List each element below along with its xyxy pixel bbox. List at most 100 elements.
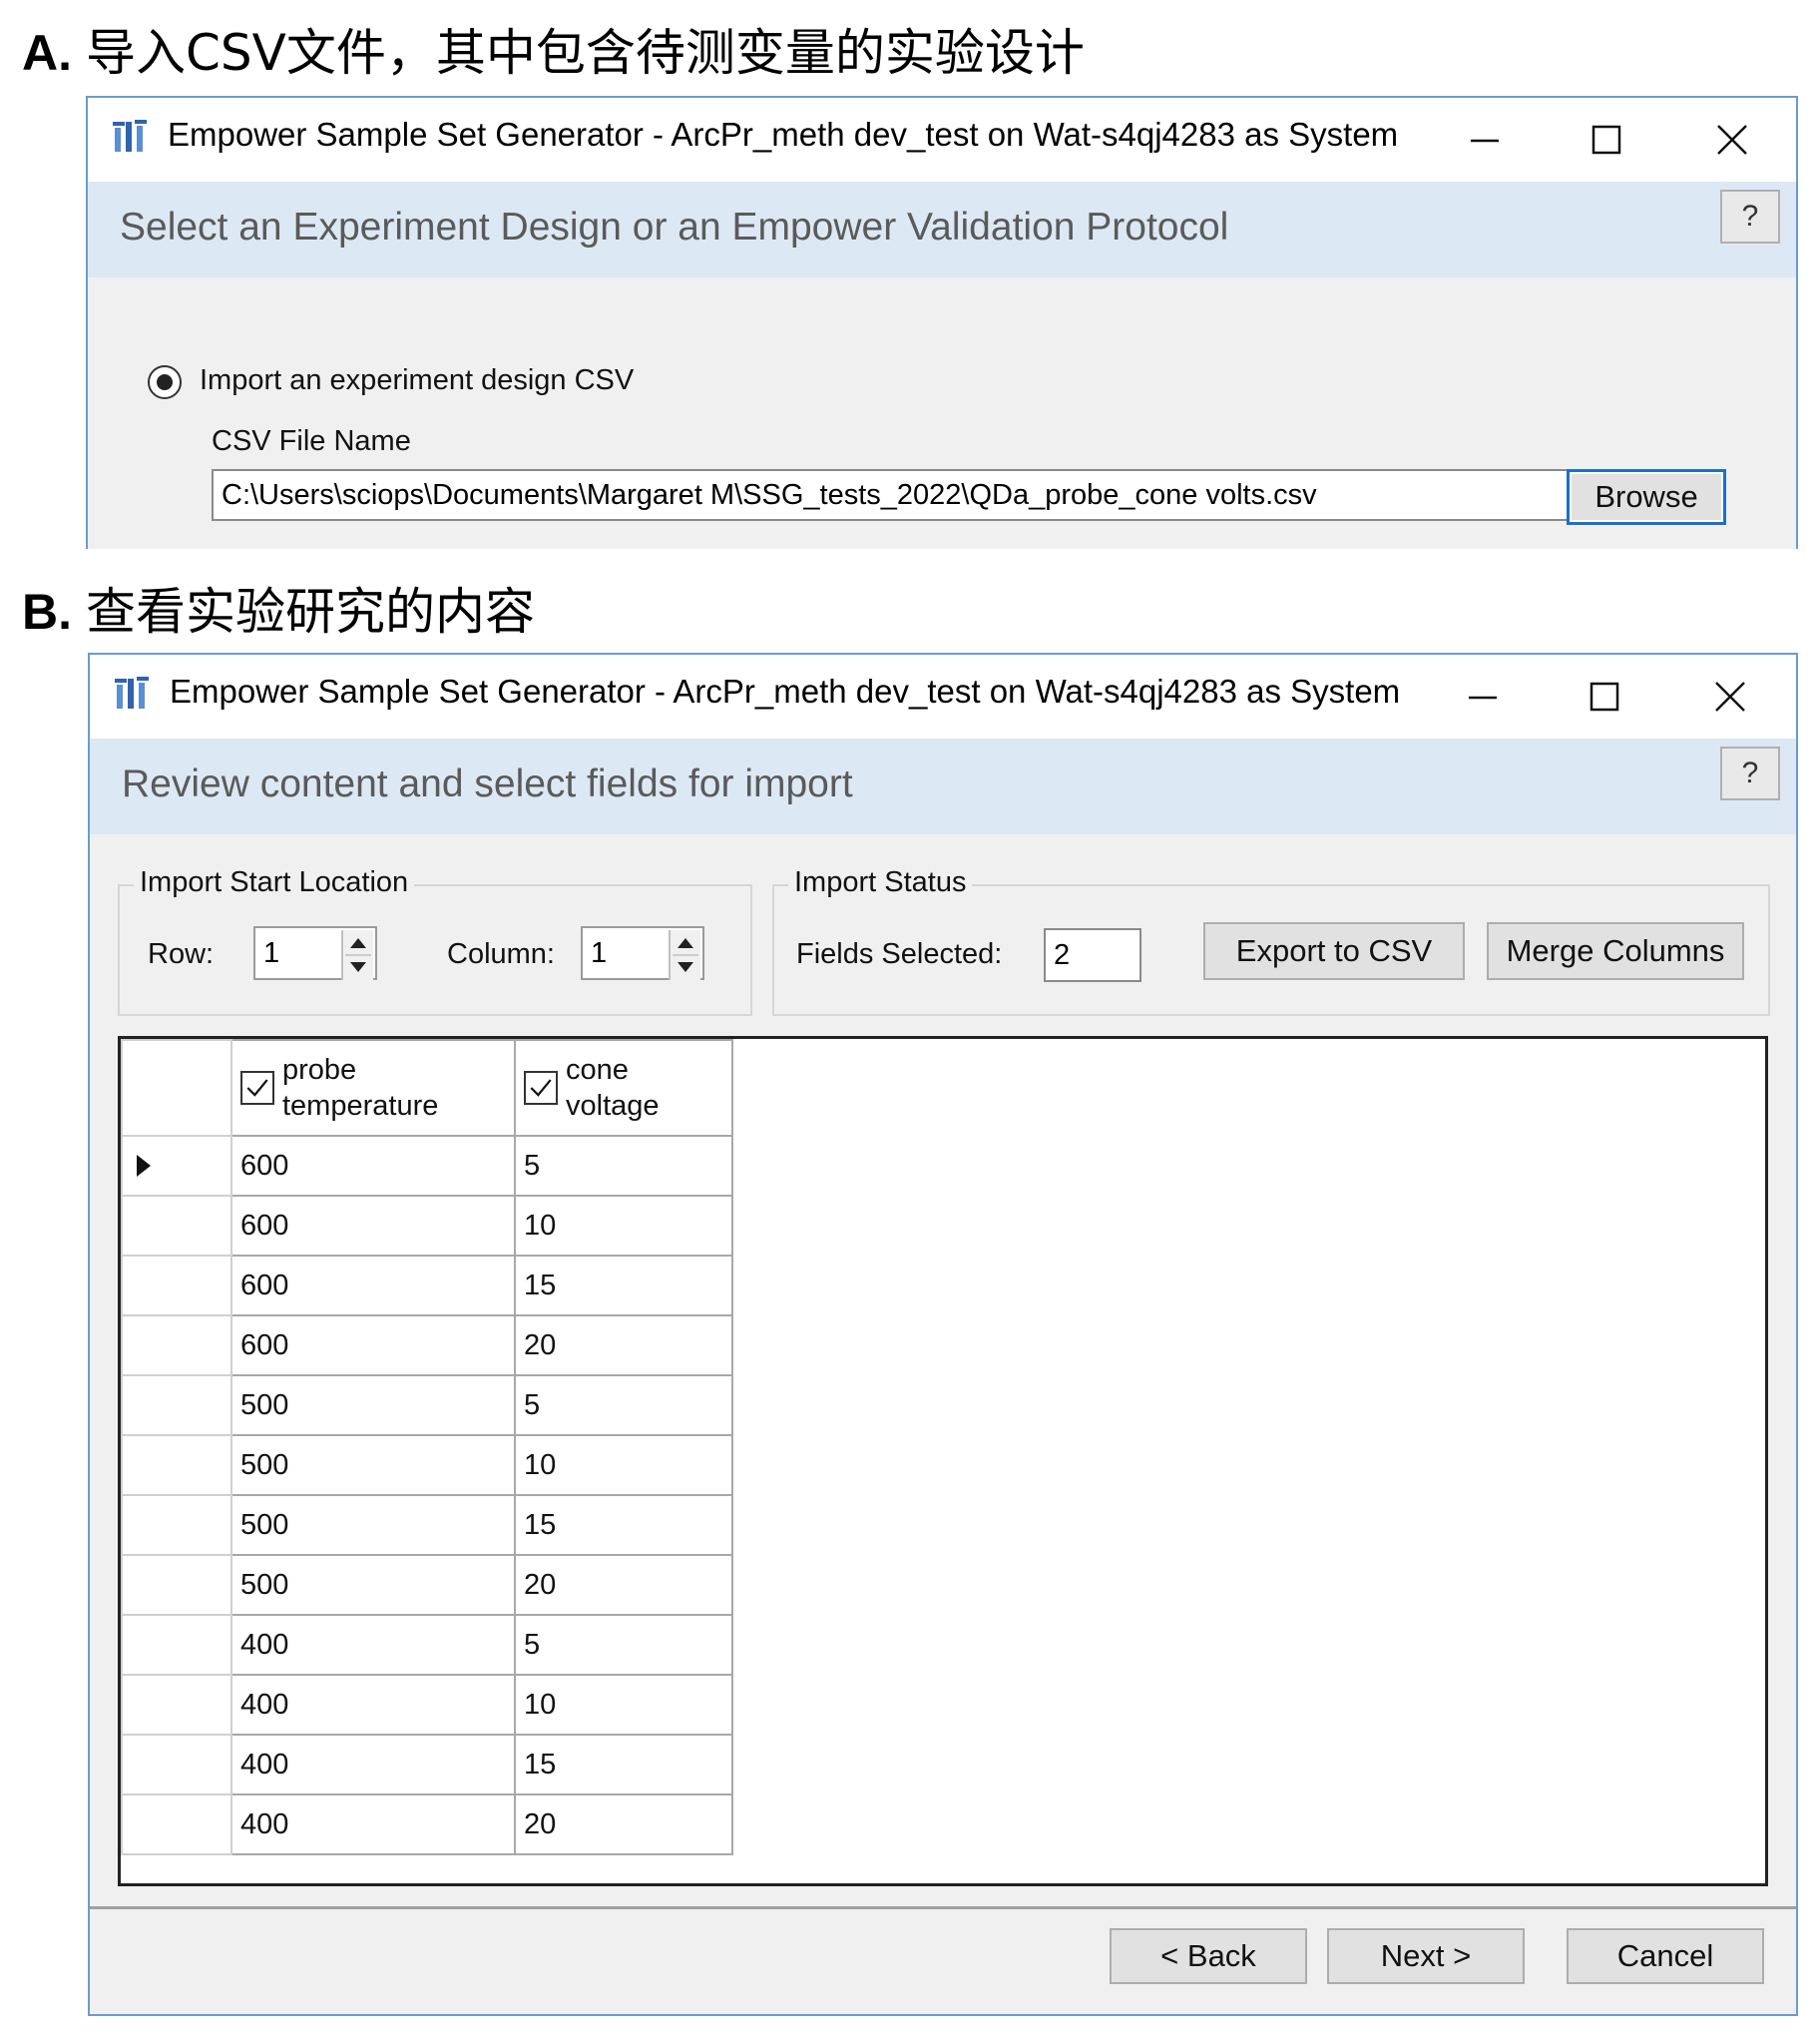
cell-probe-temperature[interactable]: 600: [230, 1195, 516, 1257]
close-icon[interactable]: [1700, 667, 1760, 727]
help-button[interactable]: ?: [1720, 190, 1780, 244]
checkbox-checked-icon[interactable]: [240, 1071, 274, 1105]
window-b-header-title: Review content and select fields for imp…: [122, 763, 853, 805]
window-b-titlebar[interactable]: Empower Sample Set Generator - ArcPr_met…: [90, 655, 1796, 739]
cell-cone-voltage[interactable]: 15: [514, 1494, 733, 1556]
cell-cone-voltage[interactable]: 5: [514, 1374, 733, 1436]
bottom-separator: [90, 1906, 1796, 1909]
fields-selected-value: 2: [1044, 928, 1141, 982]
column-value[interactable]: 1: [591, 928, 607, 978]
table-row[interactable]: 500 15: [121, 1494, 733, 1556]
table-row[interactable]: 500 10: [121, 1434, 733, 1496]
close-icon[interactable]: [1702, 110, 1762, 170]
browse-button[interactable]: Browse: [1567, 469, 1726, 525]
minimize-icon[interactable]: [1453, 667, 1513, 727]
table-row[interactable]: 400 10: [121, 1674, 733, 1736]
table-row[interactable]: 400 20: [121, 1793, 733, 1855]
row-header[interactable]: [121, 1614, 232, 1676]
merge-columns-button[interactable]: Merge Columns: [1487, 922, 1744, 980]
row-header[interactable]: [121, 1195, 232, 1257]
window-a: Empower Sample Set Generator - ArcPr_met…: [86, 96, 1798, 549]
import-csv-radio[interactable]: [148, 365, 182, 399]
row-header[interactable]: [121, 1255, 232, 1316]
cell-cone-voltage[interactable]: 20: [514, 1793, 733, 1855]
row-header[interactable]: [121, 1793, 232, 1855]
window-a-titlebar[interactable]: Empower Sample Set Generator - ArcPr_met…: [88, 98, 1796, 182]
cell-cone-voltage[interactable]: 15: [514, 1734, 733, 1795]
column-header-line2: voltage: [566, 1090, 660, 1122]
column-spinner[interactable]: 1: [581, 926, 704, 980]
help-button[interactable]: ?: [1720, 747, 1780, 800]
cell-probe-temperature[interactable]: 500: [230, 1374, 516, 1436]
table-row[interactable]: 600 20: [121, 1314, 733, 1376]
cell-probe-temperature[interactable]: 600: [230, 1135, 516, 1197]
spin-arrows-icon[interactable]: [341, 930, 373, 980]
table-row[interactable]: 500 5: [121, 1374, 733, 1436]
cell-probe-temperature[interactable]: 500: [230, 1554, 516, 1616]
panel-a-caption-text: 导入CSV文件，其中包含待测变量的实验设计: [86, 24, 1085, 82]
panel-a-caption: A. 导入CSV文件，其中包含待测变量的实验设计: [22, 28, 1085, 78]
cell-probe-temperature[interactable]: 400: [230, 1734, 516, 1795]
cell-probe-temperature[interactable]: 400: [230, 1674, 516, 1736]
fields-selected-label: Fields Selected:: [796, 938, 1003, 970]
import-csv-radio-label[interactable]: Import an experiment design CSV: [200, 364, 634, 397]
radio-dot: [157, 374, 173, 390]
table-row[interactable]: 400 15: [121, 1734, 733, 1795]
row-spinner[interactable]: 1: [253, 926, 377, 980]
table-row[interactable]: 600 10: [121, 1195, 733, 1257]
table-row[interactable]: 400 5: [121, 1614, 733, 1676]
minimize-icon[interactable]: [1455, 110, 1515, 170]
panel-a-letter: A.: [22, 25, 72, 81]
cell-cone-voltage[interactable]: 10: [514, 1674, 733, 1736]
cell-cone-voltage[interactable]: 10: [514, 1434, 733, 1496]
spin-arrows-icon[interactable]: [669, 930, 700, 980]
row-header[interactable]: [121, 1554, 232, 1616]
row-header[interactable]: [121, 1494, 232, 1556]
maximize-icon[interactable]: [1575, 667, 1634, 727]
cell-cone-voltage[interactable]: 10: [514, 1195, 733, 1257]
cell-cone-voltage[interactable]: 5: [514, 1614, 733, 1676]
current-row-arrow-icon: [137, 1155, 151, 1177]
table-row[interactable]: 500 20: [121, 1554, 733, 1616]
row-header[interactable]: [121, 1434, 232, 1496]
cell-probe-temperature[interactable]: 600: [230, 1255, 516, 1316]
row-header[interactable]: [121, 1734, 232, 1795]
panel-b-letter: B.: [22, 584, 72, 640]
data-grid[interactable]: probe temperature cone voltage 600 5 600 10 …: [118, 1036, 1768, 1886]
cancel-button[interactable]: Cancel: [1567, 1928, 1764, 1984]
row-header[interactable]: [121, 1674, 232, 1736]
window-a-header-title: Select an Experiment Design or an Empowe…: [120, 206, 1229, 249]
next-button[interactable]: Next >: [1327, 1928, 1525, 1984]
window-b: Empower Sample Set Generator - ArcPr_met…: [88, 653, 1798, 2016]
grid-corner-cell: [121, 1039, 232, 1137]
window-b-header: Review content and select fields for imp…: [90, 739, 1796, 834]
cell-probe-temperature[interactable]: 400: [230, 1614, 516, 1676]
import-start-location-group: Import Start Location Row: 1 Column: 1: [118, 866, 752, 1016]
cell-probe-temperature[interactable]: 500: [230, 1494, 516, 1556]
import-status-group: Import Status Fields Selected: 2 Export …: [772, 866, 1770, 1016]
cell-probe-temperature[interactable]: 400: [230, 1793, 516, 1855]
row-header[interactable]: [121, 1135, 232, 1197]
column-header-cone-voltage[interactable]: cone voltage: [514, 1039, 733, 1137]
cell-cone-voltage[interactable]: 15: [514, 1255, 733, 1316]
table-row[interactable]: 600 5: [121, 1135, 733, 1197]
export-to-csv-button[interactable]: Export to CSV: [1203, 922, 1465, 980]
table-row[interactable]: 600 15: [121, 1255, 733, 1316]
cell-cone-voltage[interactable]: 20: [514, 1314, 733, 1376]
data-grid-table: probe temperature cone voltage 600 5 600 10 …: [121, 1039, 733, 1855]
cell-probe-temperature[interactable]: 500: [230, 1434, 516, 1496]
panel-b-caption: B. 查看实验研究的内容: [22, 587, 535, 637]
checkbox-checked-icon[interactable]: [524, 1071, 558, 1105]
maximize-icon[interactable]: [1577, 110, 1636, 170]
csv-file-path-input[interactable]: C:\Users\sciops\Documents\Margaret M\SSG…: [212, 469, 1642, 521]
column-header-line1: cone: [566, 1053, 629, 1086]
cell-probe-temperature[interactable]: 600: [230, 1314, 516, 1376]
row-header[interactable]: [121, 1314, 232, 1376]
cell-cone-voltage[interactable]: 20: [514, 1554, 733, 1616]
back-button[interactable]: < Back: [1110, 1928, 1307, 1984]
row-header[interactable]: [121, 1374, 232, 1436]
row-label: Row:: [148, 938, 215, 970]
cell-cone-voltage[interactable]: 5: [514, 1135, 733, 1197]
column-header-probe-temperature[interactable]: probe temperature: [230, 1039, 516, 1137]
row-value[interactable]: 1: [263, 928, 279, 978]
